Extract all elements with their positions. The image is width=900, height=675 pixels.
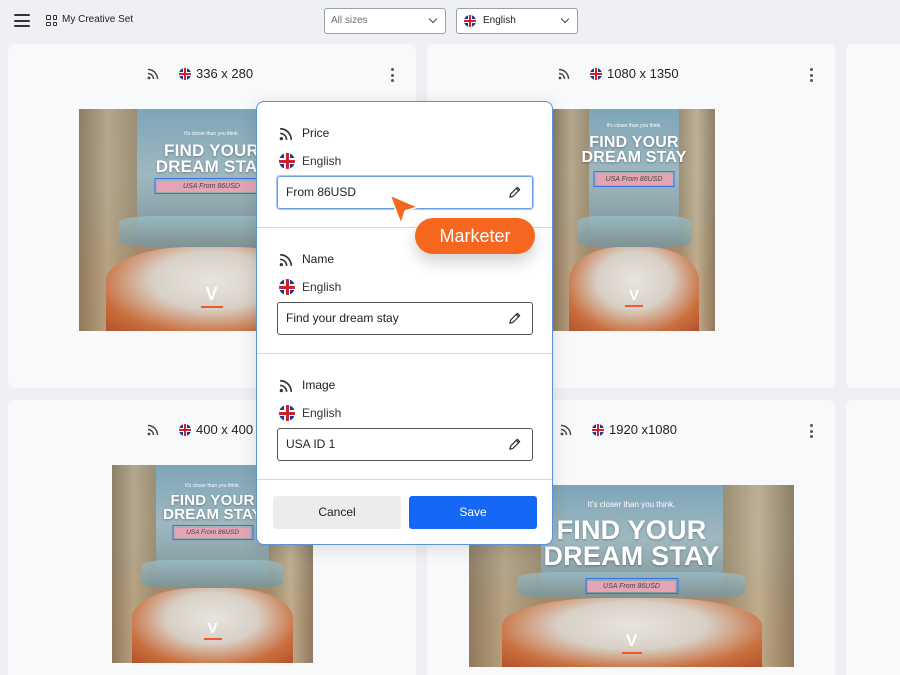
feed-icon [279, 127, 293, 141]
ad-logo: V [625, 287, 643, 307]
name-field-value: Find your dream stay [286, 311, 399, 325]
uk-flag-icon [279, 279, 295, 295]
section-title: Price [302, 126, 330, 140]
section-title: Image [302, 378, 336, 392]
creative-set-title: My Creative Set [62, 14, 134, 25]
cancel-button[interactable]: Cancel [273, 496, 401, 529]
ad-price: USA From 86USD [596, 173, 672, 185]
ad-price-box: USA From 86USD [593, 171, 675, 187]
feed-icon [147, 68, 159, 80]
pencil-icon[interactable] [507, 437, 522, 452]
size-card-partial[interactable] [846, 400, 900, 675]
chevron-down-icon [428, 14, 438, 24]
uk-flag-icon [592, 424, 604, 436]
feed-icon [279, 379, 293, 393]
ad-logo: V [622, 631, 642, 654]
ad-price: USA From 86USD [174, 527, 251, 538]
name-field[interactable]: Find your dream stay [277, 302, 533, 335]
image-field-value: USA ID 1 [286, 437, 336, 451]
ad-headline-line: DREAM STAY [543, 540, 720, 571]
more-vertical-icon[interactable] [810, 424, 814, 438]
section-title: Name [302, 252, 335, 266]
menu-icon[interactable] [14, 14, 30, 27]
feed-icon [558, 68, 570, 80]
more-vertical-icon[interactable] [810, 68, 814, 82]
ad-headline: FIND YOUR DREAM STAY [553, 134, 715, 167]
uk-flag-icon [279, 153, 295, 169]
ad-headline-line: FIND YOUR [589, 134, 679, 151]
feed-icon [560, 424, 572, 436]
ad-logo-text: V [625, 631, 638, 650]
language-select-value: English [483, 15, 516, 26]
pencil-icon[interactable] [507, 185, 522, 200]
ad-preview[interactable]: It's closer than you think. FIND YOUR DR… [553, 109, 715, 331]
cursor-arrow-icon [389, 194, 419, 225]
top-bar: My Creative Set All sizes English [0, 0, 900, 42]
feed-icon [147, 424, 159, 436]
more-vertical-icon[interactable] [391, 68, 395, 82]
ad-price-box: USA From 86USD [154, 178, 269, 194]
uk-flag-icon [179, 68, 191, 80]
edit-feed-modal: Price English From 86USD Name English Fi… [256, 101, 553, 545]
modal-footer: Cancel Save [257, 482, 552, 544]
sizes-select-value: All sizes [331, 15, 368, 26]
uk-flag-icon [590, 68, 602, 80]
ad-logo-text: V [205, 284, 218, 304]
price-field-value: From 86USD [286, 185, 357, 199]
section-language: English [302, 280, 342, 294]
section-language: English [302, 406, 342, 420]
ad-headline-line: DREAM STAY [581, 149, 687, 167]
uk-flag-icon [279, 405, 295, 421]
ad-logo: V [204, 620, 222, 640]
collaborator-badge: Marketer [415, 218, 535, 254]
size-label: 1080 x 1350 [607, 66, 679, 81]
save-button[interactable]: Save [409, 496, 537, 529]
ad-price-box: USA From 86USD [585, 578, 678, 594]
ad-logo: V [201, 284, 223, 308]
uk-flag-icon [464, 15, 476, 27]
ad-tagline: It's closer than you think. [606, 123, 662, 129]
feed-icon [279, 253, 293, 267]
size-label: 336 x 280 [196, 66, 254, 81]
image-field[interactable]: USA ID 1 [277, 428, 533, 461]
size-label: 400 x 400 [196, 422, 254, 437]
uk-flag-icon [179, 424, 191, 436]
section-language: English [302, 154, 342, 168]
ad-price: USA From 86USD [587, 580, 676, 592]
language-select[interactable]: English [456, 8, 578, 34]
ad-price: USA From 86USD [156, 180, 267, 192]
image-section: Image English USA ID 1 [257, 354, 552, 480]
size-label: 1920 x1080 [609, 422, 677, 437]
pencil-icon[interactable] [507, 311, 522, 326]
ad-logo-text: V [207, 620, 218, 637]
size-card-partial[interactable] [846, 44, 900, 388]
grid-icon [46, 15, 57, 26]
ad-logo-text: V [628, 287, 639, 304]
chevron-down-icon [560, 14, 570, 24]
sizes-select[interactable]: All sizes [324, 8, 446, 34]
ad-price-box: USA From 86USD [172, 525, 253, 540]
